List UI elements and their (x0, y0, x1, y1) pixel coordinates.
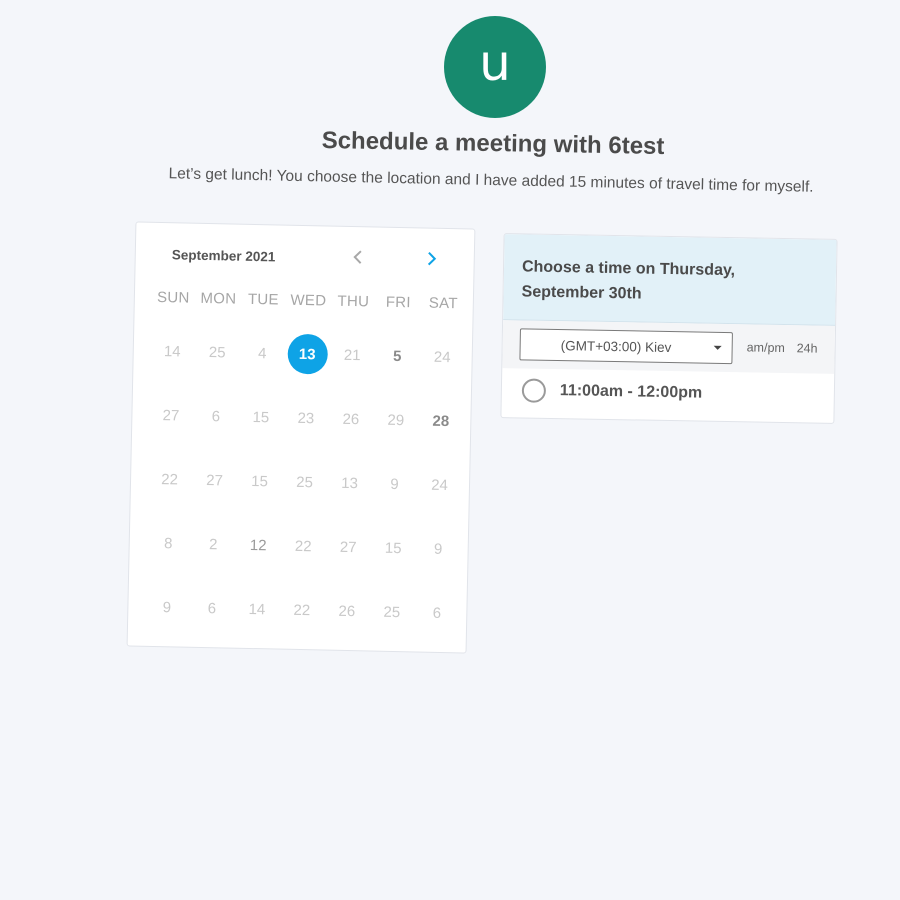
chevron-left-icon (353, 250, 362, 264)
weekday-sun: SUN (156, 288, 190, 307)
calendar-day: 25 (296, 473, 314, 491)
host-avatar: u (444, 16, 546, 118)
calendar-day-available[interactable]: 5 (374, 336, 420, 377)
time-slot-label: 11:00am - 12:00pm (559, 382, 703, 402)
calendar-week: 9 6 14 22 26 25 6 (144, 587, 461, 634)
time-slot-option[interactable]: 11:00am - 12:00pm (501, 368, 834, 420)
calendar-day: 6 (432, 604, 442, 622)
avatar-letter: u (479, 34, 511, 92)
calendar-day: 27 (339, 538, 357, 556)
calendar-day: 9 (162, 598, 172, 616)
format-ampm-toggle[interactable]: am/pm (747, 340, 785, 355)
calendar-day: 27 (162, 406, 180, 424)
calendar-day: 26 (342, 410, 360, 428)
calendar-month-label: September 2021 (171, 247, 276, 265)
calendar-day: 8 (163, 534, 173, 552)
calendar-day: 15 (252, 408, 270, 426)
calendar-day: 22 (161, 470, 179, 488)
weekday-fri: FRI (385, 293, 412, 312)
calendar-day: 6 (211, 407, 221, 425)
calendar-week: 22 27 15 25 13 9 24 (147, 459, 464, 506)
calendar-week: 8 2 12 22 27 15 9 (145, 523, 462, 570)
next-month-button[interactable] (420, 246, 444, 270)
meeting-description: Let’s get lunch! You choose the location… (168, 165, 814, 196)
format-24h-toggle[interactable]: 24h (797, 341, 818, 355)
prev-month-button[interactable] (346, 245, 370, 269)
calendar-day: 29 (387, 411, 405, 429)
chevron-right-icon (427, 251, 437, 266)
calendar-day-selected[interactable]: 13 (284, 333, 330, 375)
date-picker-calendar: September 2021 SUN MON TUE WED THU FRI S… (126, 221, 476, 654)
weekday-header: SUN MON TUE WED THU FRI SAT (151, 289, 467, 313)
weekday-wed: WED (290, 291, 327, 310)
calendar-day: 24 (431, 476, 449, 494)
calendar-day: 27 (206, 471, 224, 489)
calendar-day: 24 (433, 348, 451, 366)
calendar-day: 6 (207, 599, 217, 617)
timezone-bar: (GMT+03:00) Kiev am/pm 24h (502, 320, 836, 374)
timezone-value: (GMT+03:00) Kiev (560, 337, 672, 355)
calendar-day: 22 (294, 537, 312, 555)
weekday-tue: TUE (247, 290, 279, 309)
calendar-day-available[interactable]: 28 (418, 400, 464, 441)
radio-button[interactable] (521, 378, 547, 403)
timezone-select[interactable]: (GMT+03:00) Kiev (519, 328, 733, 365)
calendar-day: 15 (384, 539, 402, 557)
weekday-thu: THU (337, 292, 370, 311)
calendar-day: 9 (390, 475, 399, 493)
calendar-day: 26 (338, 602, 356, 620)
calendar-day: 25 (383, 603, 401, 621)
weekday-mon: MON (200, 289, 237, 308)
time-slot-panel: Choose a time on Thursday, September 30t… (500, 233, 838, 424)
calendar-week: 27 6 15 23 26 29 28 (148, 395, 465, 442)
calendar-day: 15 (251, 472, 269, 490)
page-title: Schedule a meeting with 6test (321, 127, 665, 160)
calendar-day: 25 (208, 343, 226, 361)
calendar-day: 22 (293, 601, 311, 619)
calendar-day: 21 (343, 346, 361, 364)
selected-day-marker[interactable]: 13 (286, 333, 328, 375)
time-panel-heading-line2: September 30th (521, 283, 642, 303)
calendar-day: 23 (297, 409, 315, 427)
calendar-week: 14 25 4 13 21 5 24 (149, 331, 466, 378)
calendar-day: 14 (163, 342, 181, 360)
weekday-sat: SAT (428, 294, 458, 313)
time-panel-heading: Choose a time on Thursday, September 30t… (503, 234, 837, 326)
calendar-day: 2 (208, 535, 218, 553)
calendar-day: 13 (341, 474, 359, 492)
calendar-day: 9 (433, 540, 443, 558)
calendar-day-available[interactable]: 12 (235, 525, 281, 566)
calendar-day: 14 (248, 600, 266, 618)
calendar-day: 4 (257, 344, 267, 362)
caret-down-icon (713, 345, 722, 350)
